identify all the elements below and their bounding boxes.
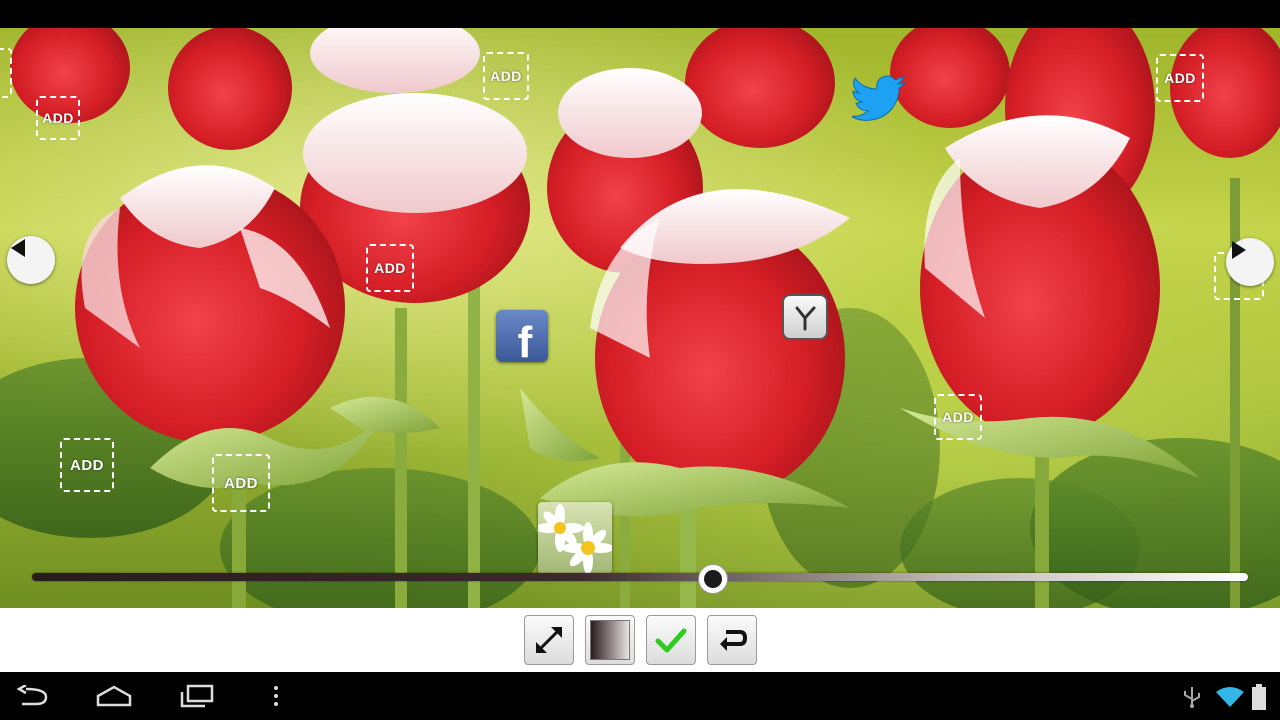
next-arrow-button[interactable] <box>1226 238 1274 286</box>
add-slot[interactable]: ADD <box>366 244 414 292</box>
undo-icon <box>720 630 748 651</box>
top-status-bar <box>0 0 1280 28</box>
twitter-bird-icon <box>852 74 907 121</box>
recent-apps-icon <box>180 684 214 708</box>
facebook-glyph: f <box>517 318 533 362</box>
expand-icon <box>536 627 562 653</box>
system-navigation-bar <box>0 672 1280 720</box>
roses-illustration <box>0 28 1280 608</box>
add-slot[interactable]: ADD <box>934 394 982 440</box>
facebook-icon[interactable]: f <box>496 310 548 362</box>
battery-icon <box>1252 684 1266 715</box>
add-slot-partial[interactable] <box>0 48 12 98</box>
arrow-right-icon <box>1232 241 1246 259</box>
usb-icon <box>1182 686 1202 713</box>
add-label: ADD <box>224 474 258 492</box>
add-label: ADD <box>70 456 104 474</box>
gradient-icon <box>590 620 630 660</box>
add-slot[interactable]: ADD <box>212 454 270 512</box>
home-button[interactable] <box>94 680 134 712</box>
add-label: ADD <box>374 260 406 276</box>
clock-icon[interactable] <box>782 294 828 340</box>
wifi-icon <box>1216 686 1244 713</box>
edit-toolbar <box>0 608 1280 672</box>
add-label: ADD <box>490 68 522 84</box>
back-button[interactable] <box>14 680 54 712</box>
undo-button[interactable] <box>707 615 757 665</box>
previous-arrow-button[interactable] <box>7 236 55 284</box>
add-label: ADD <box>1164 70 1196 86</box>
add-slot[interactable]: ADD <box>1156 54 1204 102</box>
add-label: ADD <box>942 409 974 425</box>
twitter-icon[interactable] <box>852 74 908 122</box>
add-slot[interactable]: ADD <box>483 52 529 100</box>
arrow-left-icon <box>11 239 25 257</box>
recent-apps-button[interactable] <box>176 680 216 712</box>
clock-hands <box>795 306 816 331</box>
daisy-thumbnail[interactable] <box>538 502 612 574</box>
menu-button[interactable] <box>256 680 296 712</box>
wallpaper-preview: ADD ADD ADD ADD ADD ADD ADD f <box>0 28 1280 608</box>
add-slot[interactable]: ADD <box>60 438 114 492</box>
menu-icon <box>274 686 278 706</box>
opacity-slider-track[interactable] <box>32 573 1248 581</box>
add-slot[interactable]: ADD <box>36 96 80 140</box>
back-icon <box>16 685 48 706</box>
gradient-button[interactable] <box>585 615 635 665</box>
daisy-image <box>538 504 612 574</box>
apply-button[interactable] <box>646 615 696 665</box>
add-label: ADD <box>42 110 74 126</box>
opacity-slider-thumb[interactable] <box>697 564 728 594</box>
home-icon <box>96 685 132 707</box>
check-icon <box>655 628 687 653</box>
resize-button[interactable] <box>524 615 574 665</box>
